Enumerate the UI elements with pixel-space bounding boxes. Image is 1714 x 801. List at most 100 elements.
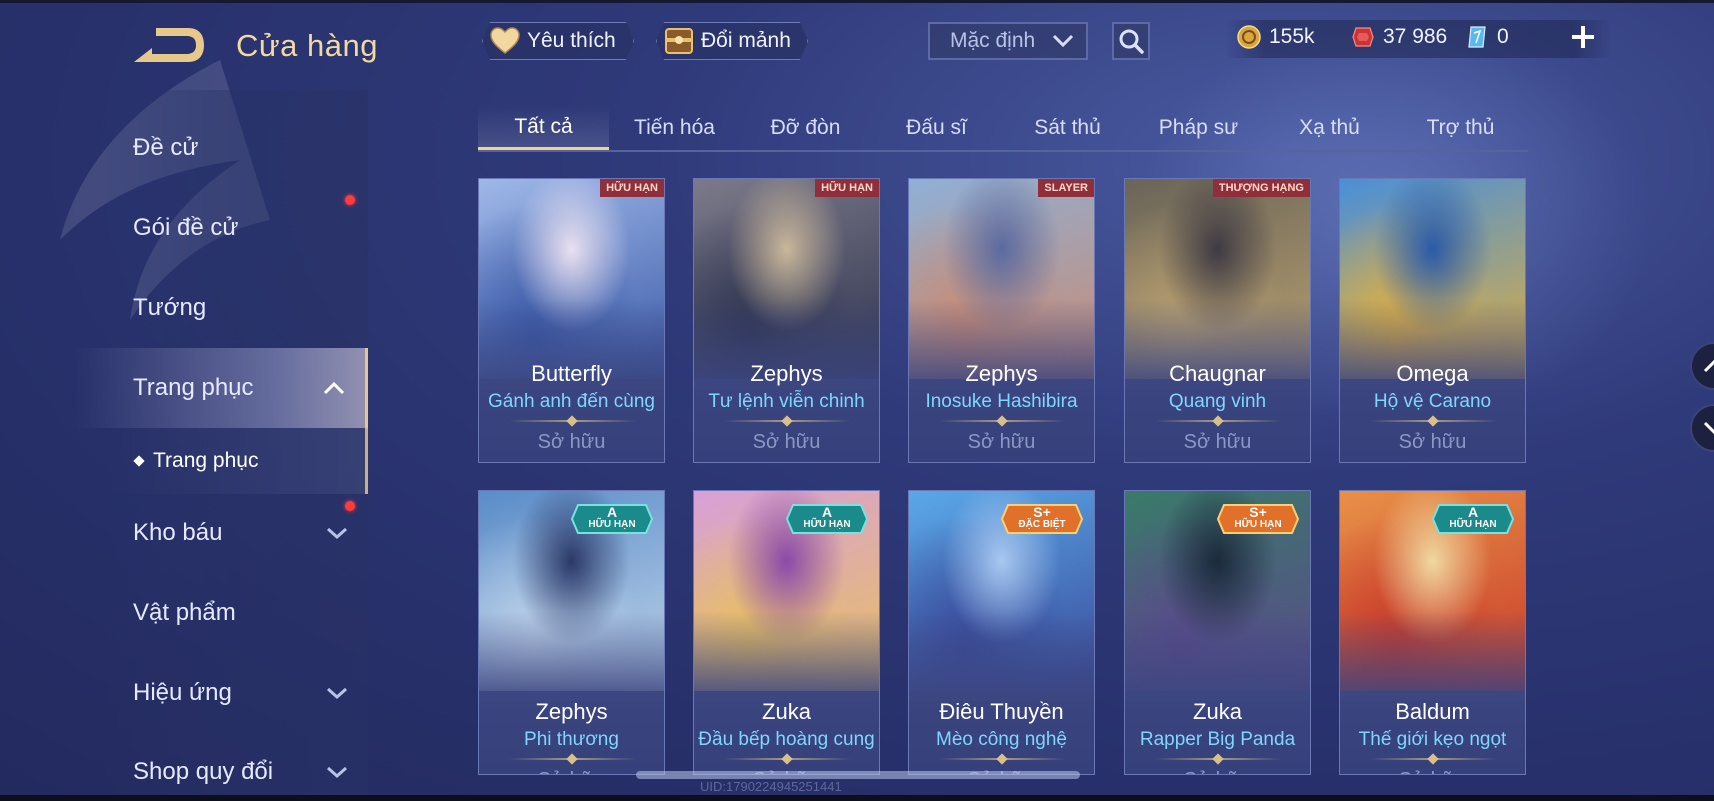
scroll-indicator[interactable] <box>636 771 1080 779</box>
limited-badge: SLAYER <box>1038 179 1094 197</box>
back-arrow-icon <box>134 28 204 62</box>
skin-card[interactable]: THƯỢNG HẠNG Chaugnar Quang vinh Sở hữu <box>1124 178 1311 463</box>
sort-value: Mặc định <box>950 29 1036 52</box>
skin-name: Rapper Big Panda <box>1139 729 1296 750</box>
scroll-up-button[interactable] <box>1690 342 1714 390</box>
skin-card[interactable]: AHỮU HẠNZephysPhi thươngSở hữu <box>478 490 665 775</box>
owned-status: Sở hữu <box>967 431 1036 453</box>
heart-icon <box>489 25 521 57</box>
skin-card[interactable]: HỮU HẠN Butterfly Gánh anh đến cùng Sở hữu <box>478 178 665 463</box>
divider-gem-icon <box>781 415 793 427</box>
sidebar-item-label: Trang phục <box>133 374 254 401</box>
sidebar-item-featured[interactable]: Đề cử <box>0 108 368 188</box>
tier-grade: S+ <box>1033 504 1051 520</box>
skin-card[interactable]: S+HỮU HẠN Zuka Rapper Big Panda Sở hữu <box>1124 490 1311 775</box>
sidebar-item-exchange-shop[interactable]: Shop quy đổi <box>0 732 368 801</box>
skin-card[interactable]: HỮU HẠN Zephys Tư lệnh viễn chinh Sở hữu <box>693 178 880 463</box>
skin-card[interactable]: AHỮU HẠN Baldum Thế giới kẹo ngọt Sở hữu <box>1339 490 1526 775</box>
sidebar-item-effects[interactable]: Hiệu ứng <box>0 653 368 733</box>
sidebar-item-heroes[interactable]: Tướng <box>0 268 368 348</box>
skin-name: Gánh anh đến cùng <box>488 391 655 412</box>
favorites-label: Yêu thích <box>527 29 616 52</box>
search-button[interactable] <box>1112 22 1150 60</box>
notification-dot <box>345 195 355 205</box>
skin-name: Tư lệnh viễn chinh <box>708 391 865 412</box>
scroll-down-button[interactable] <box>1690 404 1714 452</box>
sidebar-item-label: Kho báu <box>133 519 223 546</box>
tier-badge: A HỮU HẠN <box>1431 501 1515 537</box>
gold-amount: 155k <box>1269 25 1315 48</box>
sidebar-item-skins[interactable]: Trang phục <box>0 348 368 428</box>
voucher-balance: 37 986 <box>1350 24 1447 50</box>
chevron-up-icon <box>1703 359 1714 373</box>
chevron-down-icon <box>327 766 347 779</box>
skin-name: Hộ vệ Carano <box>1373 391 1492 412</box>
sidebar-item-featured-bundles[interactable]: Gói đề cử <box>0 188 368 268</box>
search-icon <box>1119 29 1144 54</box>
tier-grade: A <box>821 504 833 520</box>
tab-marksman[interactable]: Xạ thủ <box>1264 106 1395 150</box>
tab-all[interactable]: Tất cả <box>478 106 609 150</box>
sidebar-item-treasure[interactable]: Kho báu <box>0 493 368 573</box>
tab-fighter[interactable]: Đấu sĩ <box>871 106 1002 150</box>
chevron-down-icon <box>1703 421 1714 435</box>
owned-status: Sở hữu <box>752 431 821 453</box>
skin-card[interactable]: Omega Hộ vệ Carano Sở hữu <box>1339 178 1526 463</box>
tier-grade: A <box>1467 504 1479 520</box>
sidebar-item-label: Shop quy đổi <box>133 758 274 785</box>
skin-card[interactable]: S+ĐẶC BIỆTĐiêu ThuyềnMèo công nghệSở hữu <box>908 490 1095 775</box>
limited-badge: THƯỢNG HẠNG <box>1212 179 1310 197</box>
skin-card[interactable]: AHỮU HẠNZukaĐầu bếp hoàng cungSở hữu <box>693 490 880 775</box>
sidebar-subitem-skins[interactable]: Trang phục <box>0 428 368 494</box>
top-border <box>0 0 1714 3</box>
tab-tank[interactable]: Đỡ đòn <box>740 106 871 150</box>
sort-dropdown[interactable]: Mặc định <box>928 22 1088 60</box>
hero-name: Omega <box>1396 361 1469 386</box>
hero-name: Chaugnar <box>1169 361 1266 386</box>
tab-support[interactable]: Trợ thủ <box>1395 106 1526 150</box>
hero-name: Zephys <box>965 361 1038 386</box>
divider-gem-icon <box>996 415 1008 427</box>
artwork-fade <box>1125 611 1310 701</box>
artwork-fade <box>479 611 664 701</box>
divider-gem-icon <box>781 753 793 765</box>
add-currency-button[interactable] <box>1568 22 1598 52</box>
sidebar-item-label: Hiệu ứng <box>133 679 232 706</box>
chevron-down-icon <box>1052 34 1074 48</box>
divider-gem-icon <box>566 415 578 427</box>
tab-assassin[interactable]: Sát thủ <box>1002 106 1133 150</box>
plus-icon <box>1572 26 1594 48</box>
gem-balance: 0 <box>1464 24 1509 50</box>
tab-mage[interactable]: Pháp sư <box>1133 106 1264 150</box>
tier-badge: A HỮU HẠN <box>570 501 654 537</box>
owned-status: Sở hữu <box>1125 769 1310 774</box>
owned-status: Sở hữu <box>1340 769 1525 774</box>
divider-gem-icon <box>1427 415 1439 427</box>
red-voucher-icon <box>1350 24 1376 50</box>
bottom-border <box>0 795 1714 801</box>
hero-name: Zuka <box>1193 699 1242 724</box>
skin-name: Quang vinh <box>1168 391 1267 412</box>
gem-amount: 0 <box>1497 25 1509 48</box>
favorites-button[interactable]: Yêu thích <box>482 22 634 60</box>
skin-name: Thế giới kẹo ngọt <box>1358 729 1507 750</box>
tier-label: HỮU HẠN <box>803 519 851 530</box>
divider-gem-icon <box>566 753 578 765</box>
sidebar-item-label: Gói đề cử <box>133 214 239 241</box>
divider-gem-icon <box>1212 753 1224 765</box>
tier-badge: S+ HỮU HẠN <box>1216 501 1300 537</box>
gold-coin-icon <box>1236 24 1262 50</box>
skin-card[interactable]: SLAYER Zephys Inosuke Hashibira Sở hữu <box>908 178 1095 463</box>
hero-name: Baldum <box>1395 699 1470 724</box>
tab-evolution[interactable]: Tiến hóa <box>609 106 740 150</box>
divider-gem-icon <box>1212 415 1224 427</box>
artwork-fade <box>909 611 1094 701</box>
shard-exchange-button[interactable]: Đổi mảnh <box>656 22 808 60</box>
sidebar-item-items[interactable]: Vật phẩm <box>0 573 368 653</box>
hero-name: Zephys <box>535 699 608 724</box>
chevron-up-icon <box>323 381 345 395</box>
owned-status: Sở hữu <box>1183 431 1252 453</box>
voucher-amount: 37 986 <box>1383 25 1448 48</box>
owned-status: Sở hữu <box>1398 431 1467 453</box>
back-button[interactable] <box>132 24 206 66</box>
